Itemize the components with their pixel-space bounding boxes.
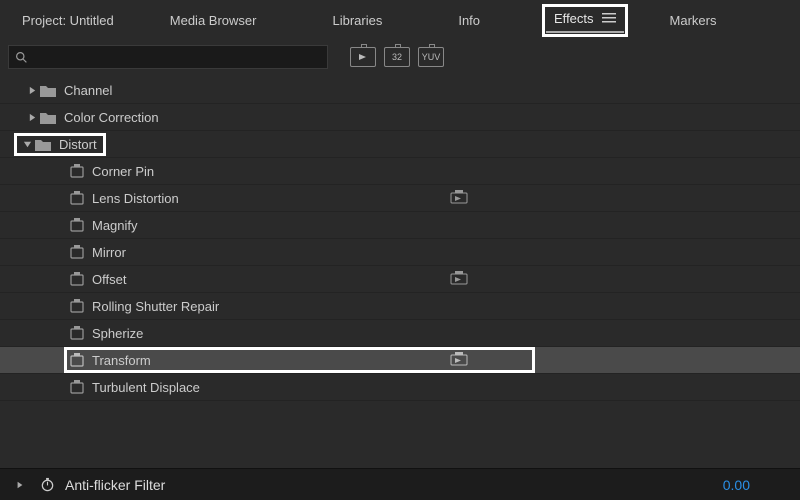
tab-media-browser[interactable]: Media Browser [156,7,271,34]
effect-label: Offset [92,272,126,287]
effect-label: Turbulent Displace [92,380,200,395]
tab-project[interactable]: Project: Untitled [8,7,128,34]
preset-icon [70,299,84,313]
effect-label: Corner Pin [92,164,154,179]
effect-rolling-shutter-repair[interactable]: Rolling Shutter Repair [0,293,800,320]
preset-icon [70,353,84,367]
effect-lens-distortion[interactable]: Lens Distortion [0,185,800,212]
tab-info[interactable]: Info [444,7,494,34]
chevron-right-icon [24,86,40,95]
gpu-accel-icon [450,190,468,207]
preset-icon [70,245,84,259]
panel-tab-bar: Project: Untitled Media Browser Librarie… [0,0,800,41]
effect-spherize[interactable]: Spherize [0,320,800,347]
filter-yuv-icon[interactable]: YUV [418,47,444,67]
chevron-right-icon [24,113,40,122]
tab-effects[interactable]: Effects [554,11,594,26]
folder-icon [40,111,56,124]
preset-icon [70,164,84,178]
effects-tree: Channel Color Correction Distort Corner … [0,77,800,401]
search-box[interactable] [8,45,328,69]
effect-label: Transform [92,353,151,368]
tab-libraries[interactable]: Libraries [318,7,396,34]
property-value[interactable]: 0.00 [723,477,750,493]
folder-distort[interactable]: Distort [0,131,800,158]
preset-icon [70,326,84,340]
effect-transform[interactable]: Transform [0,347,800,374]
preset-icon [70,191,84,205]
search-input[interactable] [32,46,321,68]
chevron-down-icon [19,140,35,149]
effect-magnify[interactable]: Magnify [0,212,800,239]
stopwatch-icon[interactable] [40,477,55,492]
tab-markers[interactable]: Markers [656,7,731,34]
filter-32bit-icon[interactable]: 32 [384,47,410,67]
folder-label: Distort [59,137,97,152]
property-label: Anti-flicker Filter [65,477,723,493]
effect-label: Lens Distortion [92,191,179,206]
preset-icon [70,380,84,394]
search-icon [15,51,28,64]
gpu-accel-icon [450,352,468,369]
search-toolbar: 32 YUV [0,41,800,77]
chevron-right-icon[interactable] [10,481,30,489]
folder-label: Channel [64,83,112,98]
effect-controls-row: Anti-flicker Filter 0.00 [0,468,800,500]
folder-icon [35,138,51,151]
effect-label: Rolling Shutter Repair [92,299,219,314]
effect-corner-pin[interactable]: Corner Pin [0,158,800,185]
effect-label: Mirror [92,245,126,260]
effect-label: Magnify [92,218,138,233]
preset-icon [70,272,84,286]
effect-label: Spherize [92,326,143,341]
folder-color-correction[interactable]: Color Correction [0,104,800,131]
effect-mirror[interactable]: Mirror [0,239,800,266]
gpu-accel-icon [450,271,468,288]
effect-offset[interactable]: Offset [0,266,800,293]
preset-icon [70,218,84,232]
folder-channel[interactable]: Channel [0,77,800,104]
filter-accelerated-icon[interactable] [350,47,376,67]
folder-icon [40,84,56,97]
effect-turbulent-displace[interactable]: Turbulent Displace [0,374,800,401]
folder-label: Color Correction [64,110,159,125]
panel-menu-icon[interactable] [602,11,616,26]
